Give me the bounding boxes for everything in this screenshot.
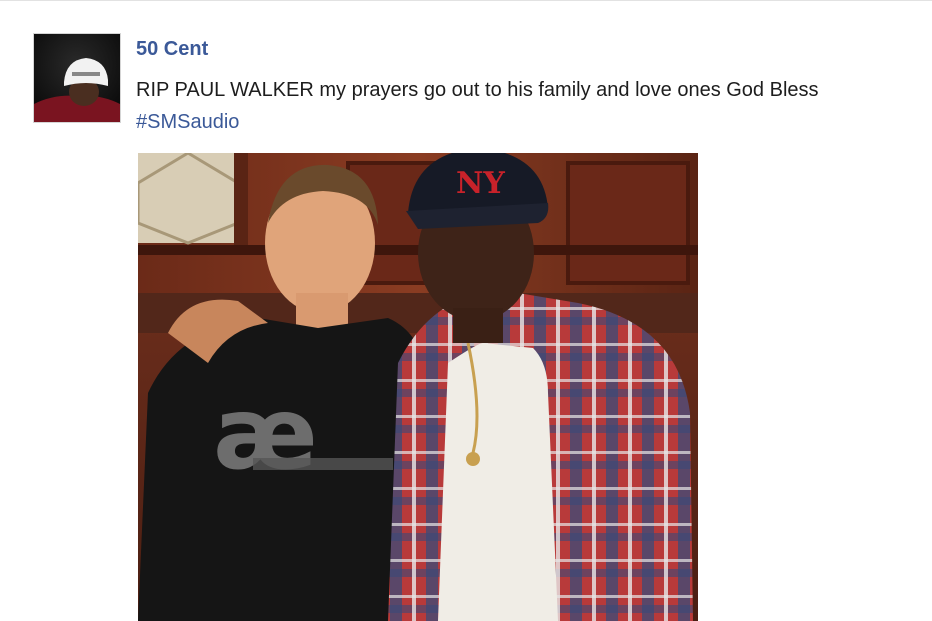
post-message: RIP PAUL WALKER my prayers go out to his… <box>136 74 866 138</box>
post-photo-icon: æ NY <box>138 153 698 621</box>
hashtag-link[interactable]: #SMSaudio <box>136 111 239 133</box>
profile-photo-icon <box>34 34 120 122</box>
feed-post: 50 Cent RIP PAUL WALKER my prayers go ou… <box>0 0 932 621</box>
shirt-logo: æ <box>213 375 318 492</box>
feed-page: 50 Cent RIP PAUL WALKER my prayers go ou… <box>0 0 932 621</box>
post-message-text: RIP PAUL WALKER my prayers go out to his… <box>136 79 819 101</box>
author-name-link[interactable]: 50 Cent <box>136 38 208 61</box>
cap-logo: NY <box>456 166 505 201</box>
post-photo[interactable]: æ NY <box>138 153 698 621</box>
author-avatar[interactable] <box>33 33 121 123</box>
